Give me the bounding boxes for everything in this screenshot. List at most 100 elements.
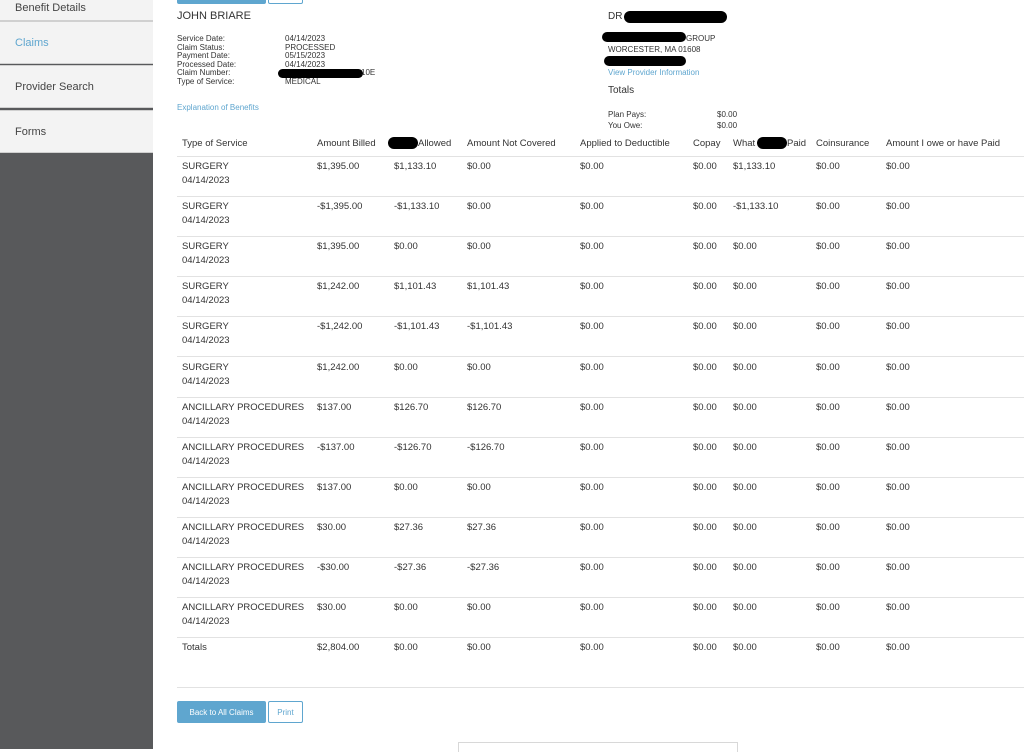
row-billed: $1,395.00 [317, 161, 360, 172]
sidebar-item-benefit-details[interactable]: Benefit Details [0, 0, 153, 21]
row-divider [177, 396, 1024, 398]
col-header-type: Type of Service [182, 138, 248, 149]
totals-row-allowed: $0.00 [394, 642, 418, 654]
row-date: 04/14/2023 [182, 616, 230, 628]
row-copay: $0.00 [693, 562, 717, 573]
row-billed: -$30.00 [317, 562, 350, 573]
row-divider [177, 516, 1024, 518]
row-paid: $0.00 [733, 401, 757, 413]
row-type: ANCILLARY PROCEDURES [182, 602, 305, 614]
row-coinsurance: $0.00 [816, 321, 840, 333]
row-billed: -$1,395.00 [317, 201, 363, 213]
row-date: 04/14/2023 [182, 215, 230, 227]
row-allowed: $1,101.43 [394, 281, 437, 293]
row-copay: $0.00 [693, 481, 717, 493]
row-deductible: $0.00 [580, 562, 604, 573]
col-header-paid: Paid [787, 138, 807, 149]
col-header-paid-prefix: What [733, 138, 756, 149]
row-owe: $0.00 [886, 401, 910, 413]
row-paid: $0.00 [733, 562, 757, 573]
row-type: SURGERY [182, 161, 229, 172]
totals-row-label: Totals [182, 642, 207, 654]
col-header-not-covered: Amount Not Covered [467, 138, 556, 149]
row-date: 04/14/2023 [182, 375, 230, 387]
footer-box [458, 742, 738, 752]
sidebar-item-provider-search[interactable]: Provider Search [0, 65, 153, 108]
row-copay: $0.00 [693, 201, 717, 213]
col-header-copay: Copay [693, 138, 721, 149]
row-allowed: $126.70 [394, 401, 429, 413]
row-deductible: $0.00 [580, 602, 604, 614]
row-coinsurance: $0.00 [816, 481, 840, 493]
col-header-allowed: Allowed [418, 138, 452, 149]
row-paid: $0.00 [733, 441, 757, 453]
row-paid: $0.00 [733, 241, 757, 253]
row-divider [177, 637, 1024, 639]
row-coinsurance: $0.00 [816, 602, 840, 614]
row-date: 04/14/2023 [182, 495, 230, 507]
row-allowed: $0.00 [394, 602, 418, 614]
row-allowed: $0.00 [394, 361, 418, 373]
totals-row-deductible: $0.00 [580, 642, 604, 654]
row-coinsurance: $0.00 [816, 281, 840, 293]
row-not-covered: $0.00 [467, 481, 491, 493]
table-footer-divider [177, 687, 1024, 688]
row-paid: $0.00 [733, 361, 757, 373]
row-deductible: $0.00 [580, 241, 604, 253]
row-billed: $137.00 [317, 481, 352, 493]
plan-pays-value: $0.00 [717, 110, 738, 119]
top-primary-button[interactable] [177, 0, 266, 4]
row-billed: $1,242.00 [317, 281, 360, 293]
row-billed: $1,242.00 [317, 361, 360, 373]
view-provider-information-link[interactable]: View Provider Information [608, 68, 699, 77]
row-not-covered: $0.00 [467, 161, 491, 172]
col-header-deductible: Applied to Deductible [580, 138, 670, 149]
row-allowed: $0.00 [394, 481, 418, 493]
redacted-provider-line [604, 56, 686, 66]
row-type: SURGERY [182, 241, 229, 253]
row-deductible: $0.00 [580, 201, 604, 213]
row-date: 04/14/2023 [182, 175, 230, 186]
row-date: 04/14/2023 [182, 535, 230, 547]
row-type: ANCILLARY PROCEDURES [182, 562, 305, 573]
row-not-covered: -$126.70 [467, 441, 505, 453]
row-paid: $0.00 [733, 481, 757, 493]
row-deductible: $0.00 [580, 481, 604, 493]
sidebar-item-label: Benefit Details [15, 1, 86, 14]
row-billed: $30.00 [317, 521, 347, 533]
sidebar-item-claims[interactable]: Claims [0, 21, 153, 64]
row-owe: $0.00 [886, 562, 910, 573]
row-deductible: $0.00 [580, 321, 604, 333]
sidebar: Benefit Details Claims Provider Search F… [0, 0, 153, 749]
row-not-covered: $0.00 [467, 201, 491, 213]
row-coinsurance: $0.00 [816, 521, 840, 533]
explanation-of-benefits-link[interactable]: Explanation of Benefits [177, 103, 259, 112]
row-type: ANCILLARY PROCEDURES [182, 521, 305, 533]
member-name: JOHN BRIARE [177, 10, 251, 22]
row-coinsurance: $0.00 [816, 441, 840, 453]
you-owe-label: You Owe: [608, 121, 643, 130]
row-billed: -$1,242.00 [317, 321, 363, 333]
totals-row-paid: $0.00 [733, 642, 757, 654]
totals-title: Totals [608, 85, 635, 96]
row-paid: $1,133.10 [733, 161, 776, 172]
sidebar-item-label: Provider Search [15, 80, 94, 93]
row-date: 04/14/2023 [182, 335, 230, 347]
row-owe: $0.00 [886, 201, 910, 213]
top-secondary-button[interactable] [268, 0, 303, 4]
row-divider [177, 356, 1024, 358]
row-divider [177, 196, 1024, 197]
redacted-provider-name [624, 11, 727, 23]
row-deductible: $0.00 [580, 521, 604, 533]
claim-number-suffix: 10E [361, 68, 376, 78]
row-date: 04/14/2023 [182, 455, 230, 467]
sidebar-item-forms[interactable]: Forms [0, 110, 153, 153]
back-to-all-claims-button[interactable]: Back to All Claims [177, 701, 266, 723]
row-owe: $0.00 [886, 481, 910, 493]
row-coinsurance: $0.00 [816, 241, 840, 253]
sidebar-item-label: Forms [15, 125, 47, 138]
row-allowed: -$1,101.43 [394, 321, 440, 333]
print-button[interactable]: Print [268, 701, 303, 723]
row-not-covered: -$1,101.43 [467, 321, 513, 333]
totals-row-not-covered: $0.00 [467, 642, 491, 654]
